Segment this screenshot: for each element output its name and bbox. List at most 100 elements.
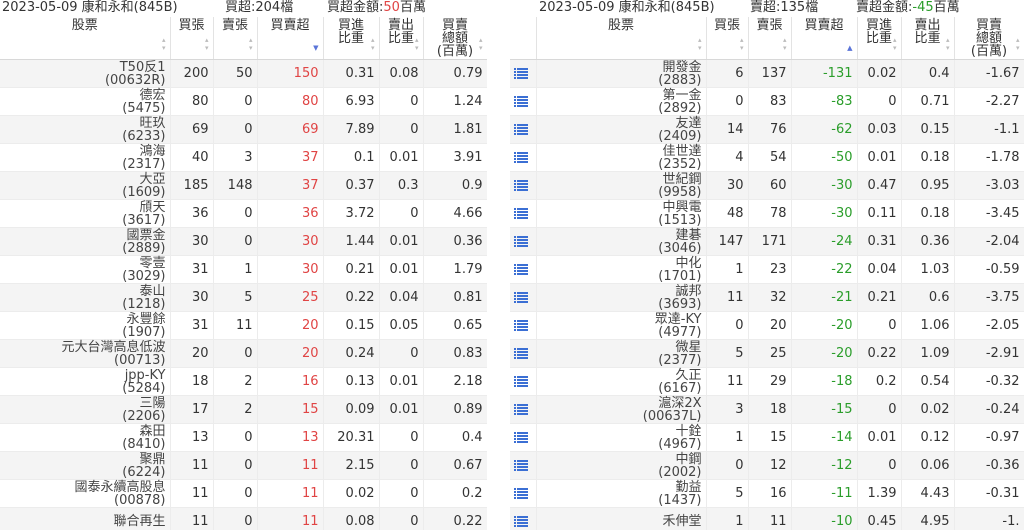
list-icon[interactable]	[514, 516, 528, 527]
stock-name[interactable]: 國票金	[0, 229, 165, 242]
stock-name-cell[interactable]: 鴻海 (2317)	[0, 143, 171, 172]
col-buy-ratio[interactable]: 買進 比重 ▴ ▾	[323, 17, 380, 60]
stock-name[interactable]: 誠邦	[537, 285, 701, 298]
table-row[interactable]: 第一金 (2892) 0 83 -83 0 0.71 -2.27	[510, 87, 1024, 116]
stock-name-cell[interactable]: 元大台灣高息低波 (00713)	[0, 339, 171, 368]
stock-name[interactable]: 頎天	[0, 201, 165, 214]
table-row[interactable]: 建碁 (3046) 147 171 -24 0.31 0.36 -2.04	[510, 227, 1024, 256]
stock-name[interactable]: 旺玖	[0, 117, 165, 130]
stock-name-cell[interactable]: jpp-KY (5284)	[0, 367, 171, 396]
stock-name-cell[interactable]: 永豐餘 (1907)	[0, 311, 171, 340]
stock-name[interactable]: 三陽	[0, 397, 165, 410]
list-icon[interactable]	[514, 320, 528, 331]
table-row[interactable]: 中鋼 (2002) 0 12 -12 0 0.06 -0.36	[510, 451, 1024, 480]
stock-name[interactable]: 泰山	[0, 285, 165, 298]
stock-name-cell[interactable]: 中鋼 (2002)	[536, 451, 707, 480]
table-row[interactable]: 零壹 (3029) 31 1 30 0.21 0.01 1.79	[0, 255, 487, 284]
table-row[interactable]: 友達 (2409) 14 76 -62 0.03 0.15 -1.1	[510, 115, 1024, 144]
table-row[interactable]: jpp-KY (5284) 18 2 16 0.13 0.01 2.18	[0, 367, 487, 396]
col-buy-lots[interactable]: 買張 ▴ ▾	[170, 17, 214, 60]
stock-name[interactable]: 友達	[537, 117, 701, 130]
stock-name-cell[interactable]: 微星 (2377)	[536, 339, 707, 368]
stock-name-cell[interactable]: 友達 (2409)	[536, 115, 707, 144]
stock-name-cell[interactable]: 泰山 (1218)	[0, 283, 171, 312]
stock-name-cell[interactable]: 眾達-KY (4977)	[536, 311, 707, 340]
table-row[interactable]: 大亞 (1609) 185 148 37 0.37 0.3 0.9	[0, 171, 487, 200]
stock-name-cell[interactable]: 建碁 (3046)	[536, 227, 707, 256]
table-row[interactable]: 三陽 (2206) 17 2 15 0.09 0.01 0.89	[0, 395, 487, 424]
table-row[interactable]: 禾伸堂 1 11 -10 0.45 4.95 -1.	[510, 507, 1024, 530]
table-row[interactable]: 微星 (2377) 5 25 -20 0.22 1.09 -2.91	[510, 339, 1024, 368]
table-row[interactable]: 佳世達 (2352) 4 54 -50 0.01 0.18 -1.78	[510, 143, 1024, 172]
table-row[interactable]: 眾達-KY (4977) 0 20 -20 0 1.06 -2.05	[510, 311, 1024, 340]
stock-name[interactable]: 元大台灣高息低波	[0, 341, 165, 354]
stock-name[interactable]: 勤益	[537, 481, 701, 494]
stock-name[interactable]: 大亞	[0, 173, 165, 186]
list-icon[interactable]	[514, 348, 528, 359]
stock-name-cell[interactable]: 國泰永續高股息 (00878)	[0, 479, 171, 508]
list-icon[interactable]	[514, 236, 528, 247]
col-net[interactable]: 買賣超 ▼	[257, 17, 324, 60]
table-row[interactable]: 鴻海 (2317) 40 3 37 0.1 0.01 3.91	[0, 143, 487, 172]
stock-name[interactable]: 建碁	[537, 229, 701, 242]
stock-name[interactable]: 世紀鋼	[537, 173, 701, 186]
table-row[interactable]: 國票金 (2889) 30 0 30 1.44 0.01 0.36	[0, 227, 487, 256]
list-icon[interactable]	[514, 68, 528, 79]
stock-name-cell[interactable]: 德宏 (5475)	[0, 87, 171, 116]
stock-name[interactable]: 眾達-KY	[537, 313, 702, 326]
table-row[interactable]: 滬深2X (00637L) 3 18 -15 0 0.02 -0.24	[510, 395, 1024, 424]
list-icon[interactable]	[514, 124, 528, 135]
stock-name-cell[interactable]: 聚鼎 (6224)	[0, 451, 171, 480]
list-icon[interactable]	[514, 208, 528, 219]
stock-name-cell[interactable]: 第一金 (2892)	[536, 87, 707, 116]
table-row[interactable]: 聯合再生 11 0 11 0.08 0 0.22	[0, 507, 487, 530]
col-buy-ratio[interactable]: 買進 比重 ▴ ▾	[857, 17, 902, 60]
stock-name-cell[interactable]: 佳世達 (2352)	[536, 143, 707, 172]
table-row[interactable]: 勤益 (1437) 5 16 -11 1.39 4.43 -0.31	[510, 479, 1024, 508]
stock-name-cell[interactable]: 開發金 (2883)	[536, 59, 707, 88]
stock-name[interactable]: 微星	[537, 341, 701, 354]
col-stock[interactable]: 股票 ▴ ▾	[536, 17, 707, 60]
table-row[interactable]: 世紀鋼 (9958) 30 60 -30 0.47 0.95 -3.03	[510, 171, 1024, 200]
stock-name[interactable]: 滬深2X	[537, 397, 701, 410]
stock-name-cell[interactable]: 世紀鋼 (9958)	[536, 171, 707, 200]
stock-name[interactable]: 第一金	[537, 89, 701, 102]
stock-name-cell[interactable]: 十銓 (4967)	[536, 423, 707, 452]
stock-name[interactable]: 永豐餘	[0, 313, 165, 326]
table-row[interactable]: T50反1 (00632R) 200 50 150 0.31 0.08 0.79	[0, 59, 487, 88]
col-buy-lots[interactable]: 買張 ▴ ▾	[706, 17, 749, 60]
stock-name[interactable]: 德宏	[0, 89, 165, 102]
list-icon[interactable]	[514, 432, 528, 443]
stock-name-cell[interactable]: 大亞 (1609)	[0, 171, 171, 200]
table-row[interactable]: 德宏 (5475) 80 0 80 6.93 0 1.24	[0, 87, 487, 116]
stock-name-cell[interactable]: 久正 (6167)	[536, 367, 707, 396]
stock-name-cell[interactable]: T50反1 (00632R)	[0, 59, 171, 88]
stock-name-cell[interactable]: 零壹 (3029)	[0, 255, 171, 284]
stock-name-cell[interactable]: 禾伸堂	[536, 507, 707, 530]
stock-name-cell[interactable]: 滬深2X (00637L)	[536, 395, 707, 424]
table-row[interactable]: 聚鼎 (6224) 11 0 11 2.15 0 0.67	[0, 451, 487, 480]
list-icon[interactable]	[514, 152, 528, 163]
stock-name[interactable]: 零壹	[0, 257, 165, 270]
stock-name-cell[interactable]: 中化 (1701)	[536, 255, 707, 284]
stock-name-cell[interactable]: 三陽 (2206)	[0, 395, 171, 424]
stock-name-cell[interactable]: 頎天 (3617)	[0, 199, 171, 228]
table-row[interactable]: 十銓 (4967) 1 15 -14 0.01 0.12 -0.97	[510, 423, 1024, 452]
stock-name-cell[interactable]: 旺玖 (6233)	[0, 115, 171, 144]
stock-name-cell[interactable]: 聯合再生	[0, 507, 171, 530]
stock-name[interactable]: 國泰永續高股息	[0, 481, 165, 494]
col-sell-lots[interactable]: 賣張 ▴ ▾	[213, 17, 258, 60]
stock-name[interactable]: T50反1	[0, 61, 166, 74]
list-icon[interactable]	[514, 96, 528, 107]
col-stock[interactable]: 股票 ▴ ▾	[0, 17, 171, 60]
stock-name[interactable]: 鴻海	[0, 145, 165, 158]
table-row[interactable]: 中化 (1701) 1 23 -22 0.04 1.03 -0.59	[510, 255, 1024, 284]
stock-name[interactable]: 十銓	[537, 425, 701, 438]
list-icon[interactable]	[514, 292, 528, 303]
stock-name-cell[interactable]: 中興電 (1513)	[536, 199, 707, 228]
list-icon[interactable]	[514, 460, 528, 471]
list-icon[interactable]	[514, 488, 528, 499]
stock-name[interactable]: 聚鼎	[0, 453, 165, 466]
col-total[interactable]: 買賣 總額 (百萬) ▴ ▾	[954, 17, 1024, 60]
stock-name[interactable]: 森田	[0, 425, 165, 438]
